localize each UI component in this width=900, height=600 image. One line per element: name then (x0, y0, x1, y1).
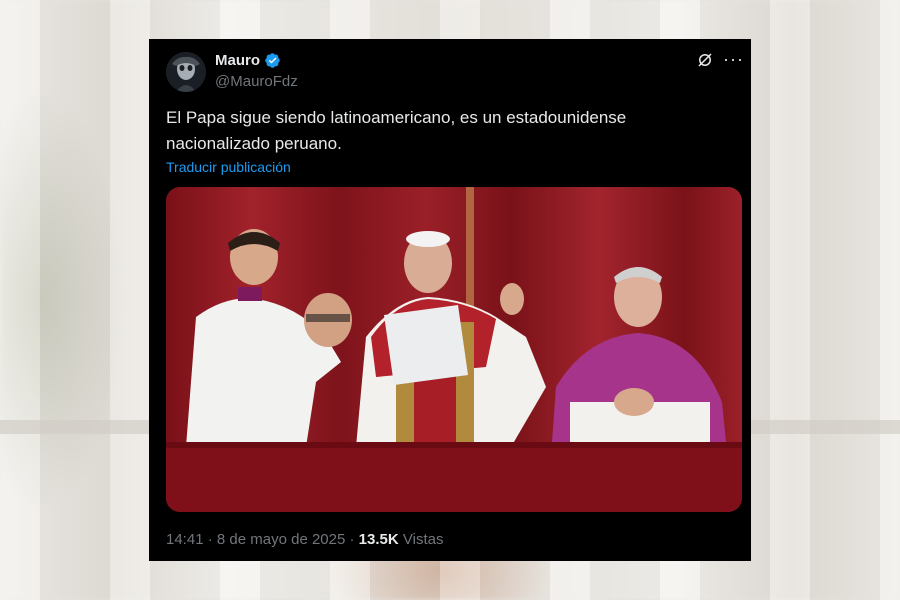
tweet-text-line-1: El Papa sigue siendo latinoamericano, es… (166, 108, 627, 127)
author-row: Mauro (215, 52, 281, 69)
tweet-text-line-2: nacionalizado peruano. (166, 134, 342, 153)
post-date[interactable]: 8 de mayo de 2025 (217, 531, 345, 548)
display-name[interactable]: Mauro (215, 52, 260, 69)
tweet-card[interactable]: Mauro @MauroFdz ··· El Papa sigue siendo… (149, 39, 751, 561)
translate-link[interactable]: Traducir publicación (166, 159, 291, 175)
views-count: 13.5K (358, 531, 399, 548)
media-image[interactable] (166, 187, 742, 512)
separator: · (203, 531, 217, 548)
tweet-text: El Papa sigue siendo latinoamericano, es… (166, 105, 726, 157)
more-options-icon[interactable]: ··· (723, 50, 744, 68)
post-time[interactable]: 14:41 (166, 531, 204, 548)
views-label: Vistas (402, 531, 444, 548)
verified-badge-icon (265, 53, 280, 68)
author-handle[interactable]: @MauroFdz (215, 73, 298, 90)
avatar-image (166, 52, 206, 92)
tweet-metadata: 14:41 · 8 de mayo de 2025 · 13.5K Vistas (166, 531, 443, 548)
grok-icon[interactable] (696, 51, 714, 69)
avatar[interactable] (166, 52, 206, 92)
separator: · (345, 531, 359, 548)
pope-balcony-photo (166, 187, 742, 512)
